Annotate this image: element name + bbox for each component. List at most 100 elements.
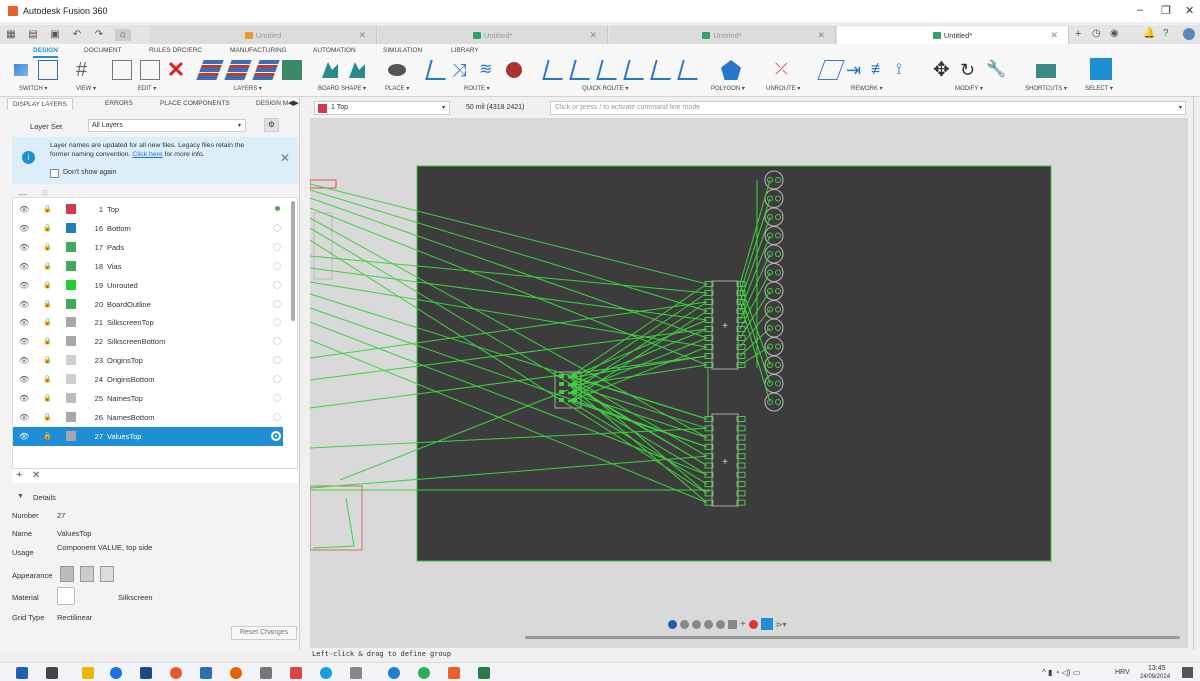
layer-color-swatch[interactable]: [66, 222, 76, 233]
layer-row[interactable]: 👁 🔒 20 BoardOutline: [13, 295, 283, 314]
tab-library[interactable]: LIBRARY: [451, 47, 479, 54]
layer-row[interactable]: 👁 🔒 26 NamesBottom: [13, 408, 283, 427]
close-tab-icon[interactable]: ✕: [817, 30, 825, 41]
lock-icon[interactable]: 🔒: [43, 318, 52, 326]
fanout-icon[interactable]: [650, 60, 676, 80]
layer-color-swatch[interactable]: [66, 298, 76, 309]
tab-rules-drc-erc[interactable]: RULES DRC/ERC: [149, 47, 202, 54]
clock-date[interactable]: 24/09/2024: [1140, 674, 1170, 680]
layer-row[interactable]: 👁 🔒 23 OriginsTop: [13, 351, 283, 370]
add-icon[interactable]: +: [740, 619, 746, 630]
board-outline-icon[interactable]: [349, 62, 365, 78]
tab-simulation[interactable]: SIMULATION: [383, 47, 422, 54]
extensions-icon[interactable]: ◉: [1110, 28, 1119, 39]
rework-lines-icon[interactable]: ≢: [871, 60, 891, 80]
active-layer-radio[interactable]: [273, 375, 281, 384]
active-layer-radio[interactable]: [273, 412, 281, 421]
layer-color-swatch[interactable]: [66, 279, 76, 290]
grid-toggle-icon[interactable]: [728, 619, 737, 629]
switch-to-schematic-icon[interactable]: [14, 64, 28, 76]
active-layer-radio[interactable]: [273, 223, 281, 232]
active-layer-radio[interactable]: [273, 299, 281, 308]
appearance-solid-swatch[interactable]: [60, 566, 74, 582]
layer-color-swatch[interactable]: [66, 241, 76, 252]
minimize-icon[interactable]: –: [1137, 4, 1143, 16]
user-avatar[interactable]: [1183, 28, 1195, 40]
layer-color-swatch[interactable]: [66, 411, 76, 422]
notifications-icon[interactable]: 🔔: [1143, 28, 1155, 39]
layer-row[interactable]: 👁 🔒 18 Vias: [13, 257, 283, 276]
notification-center-icon[interactable]: [1182, 667, 1193, 678]
chrome-icon[interactable]: [170, 667, 182, 679]
group-unroute[interactable]: UNROUTE ▾: [766, 85, 800, 92]
layer-row[interactable]: 👁 🔒 22 SilkscreenBottom: [13, 332, 283, 351]
eye-icon[interactable]: 👁: [19, 356, 29, 365]
app-icon-9[interactable]: [290, 667, 302, 679]
lock-icon[interactable]: 🔒: [43, 205, 52, 213]
eye-icon[interactable]: 👁: [19, 300, 29, 309]
lock-icon[interactable]: 🔒: [43, 243, 52, 251]
group-rework[interactable]: REWORK ▾: [851, 85, 883, 92]
polygon-icon[interactable]: [721, 60, 741, 80]
task-view-icon[interactable]: [46, 667, 58, 679]
panel-scroll-arrows-icon[interactable]: ◀▶: [288, 99, 299, 107]
eye-icon[interactable]: 👁: [19, 318, 29, 327]
tab-place-components[interactable]: PLACE COMPONENTS: [160, 100, 230, 107]
file-icon[interactable]: ▤: [27, 29, 39, 41]
grid-menu-icon[interactable]: ▦: [5, 29, 17, 41]
zoom-in-icon[interactable]: [692, 619, 701, 629]
layer-color-swatch[interactable]: [66, 317, 76, 328]
layer-row[interactable]: 👁 🔒 19 Unrouted: [13, 276, 283, 295]
layer-color-swatch[interactable]: [66, 260, 76, 271]
app-icon-15[interactable]: [478, 667, 490, 679]
lock-icon[interactable]: 🔒: [43, 300, 52, 308]
app-icon-12[interactable]: [388, 667, 400, 679]
layer-row[interactable]: 👁 🔒 24 OriginsBottom: [13, 370, 283, 389]
tab-manufacturing[interactable]: MANUFACTURING: [230, 47, 287, 54]
material-color-swatch[interactable]: [57, 587, 75, 605]
group-select[interactable]: SELECT ▾: [1085, 85, 1113, 92]
quick-route-airwire-icon[interactable]: [542, 60, 568, 80]
layer-stack-icon[interactable]: [196, 60, 224, 80]
layer-color-swatch[interactable]: [66, 336, 76, 347]
layer-row[interactable]: 👁 🔒 1 Top: [13, 200, 283, 219]
close-tab-icon[interactable]: ✕: [1050, 30, 1058, 41]
close-notice-icon[interactable]: ✕: [280, 151, 290, 165]
layer-row[interactable]: 👁 🔒 27 ValuesTop: [13, 426, 283, 446]
tab-automation[interactable]: AUTOMATION: [313, 47, 356, 54]
parked-component-2[interactable]: [310, 485, 363, 551]
group-view[interactable]: VIEW ▾: [76, 85, 96, 92]
group-switch[interactable]: SWITCH ▾: [19, 85, 47, 92]
board-shape-icon[interactable]: [322, 62, 338, 78]
layer-row[interactable]: 👁 🔒 16 Bottom: [13, 219, 283, 238]
save-icon[interactable]: ▣: [49, 29, 61, 41]
command-line-input[interactable]: Click or press / to activate command lin…: [550, 101, 1186, 115]
group-quick-route[interactable]: QUICK ROUTE ▾: [582, 85, 628, 92]
meander-icon[interactable]: ≋: [479, 60, 499, 80]
doc-tab-2[interactable]: Untitled* ✕: [378, 26, 608, 44]
windows-start-icon[interactable]: [16, 667, 28, 679]
eye-icon[interactable]: 👁: [19, 413, 29, 422]
layer-set-dropdown[interactable]: All Layers ▾: [88, 119, 246, 132]
help-icon[interactable]: ?: [1163, 28, 1169, 39]
reset-changes-button[interactable]: Reset Changes: [231, 626, 297, 640]
lock-all-icon[interactable]: ⊡: [42, 189, 48, 197]
appearance-hatch-swatch[interactable]: [80, 566, 94, 582]
stop-icon[interactable]: [748, 619, 758, 629]
layer-color-swatch[interactable]: [66, 374, 76, 385]
group-polygon[interactable]: POLYGON ▾: [711, 85, 745, 92]
layer-settings-icon[interactable]: [224, 60, 252, 80]
select-filter-icon[interactable]: [760, 618, 773, 630]
layer-manager-icon[interactable]: [282, 60, 302, 80]
lock-icon[interactable]: 🔒: [43, 337, 52, 345]
redo-icon[interactable]: ↷: [93, 29, 105, 41]
file-explorer-icon[interactable]: [82, 667, 94, 679]
filter-dropdown-icon[interactable]: ⊳▾: [776, 620, 787, 629]
new-tab-icon[interactable]: +: [1075, 28, 1081, 40]
layer-color-swatch[interactable]: [66, 355, 76, 366]
pcb-canvas[interactable]: + +: [310, 118, 1188, 648]
grid-icon[interactable]: #: [76, 60, 96, 80]
doc-tab-3[interactable]: Untitled* ✕: [609, 26, 836, 44]
active-layer-radio[interactable]: [273, 337, 281, 346]
dont-show-checkbox[interactable]: [50, 169, 59, 178]
